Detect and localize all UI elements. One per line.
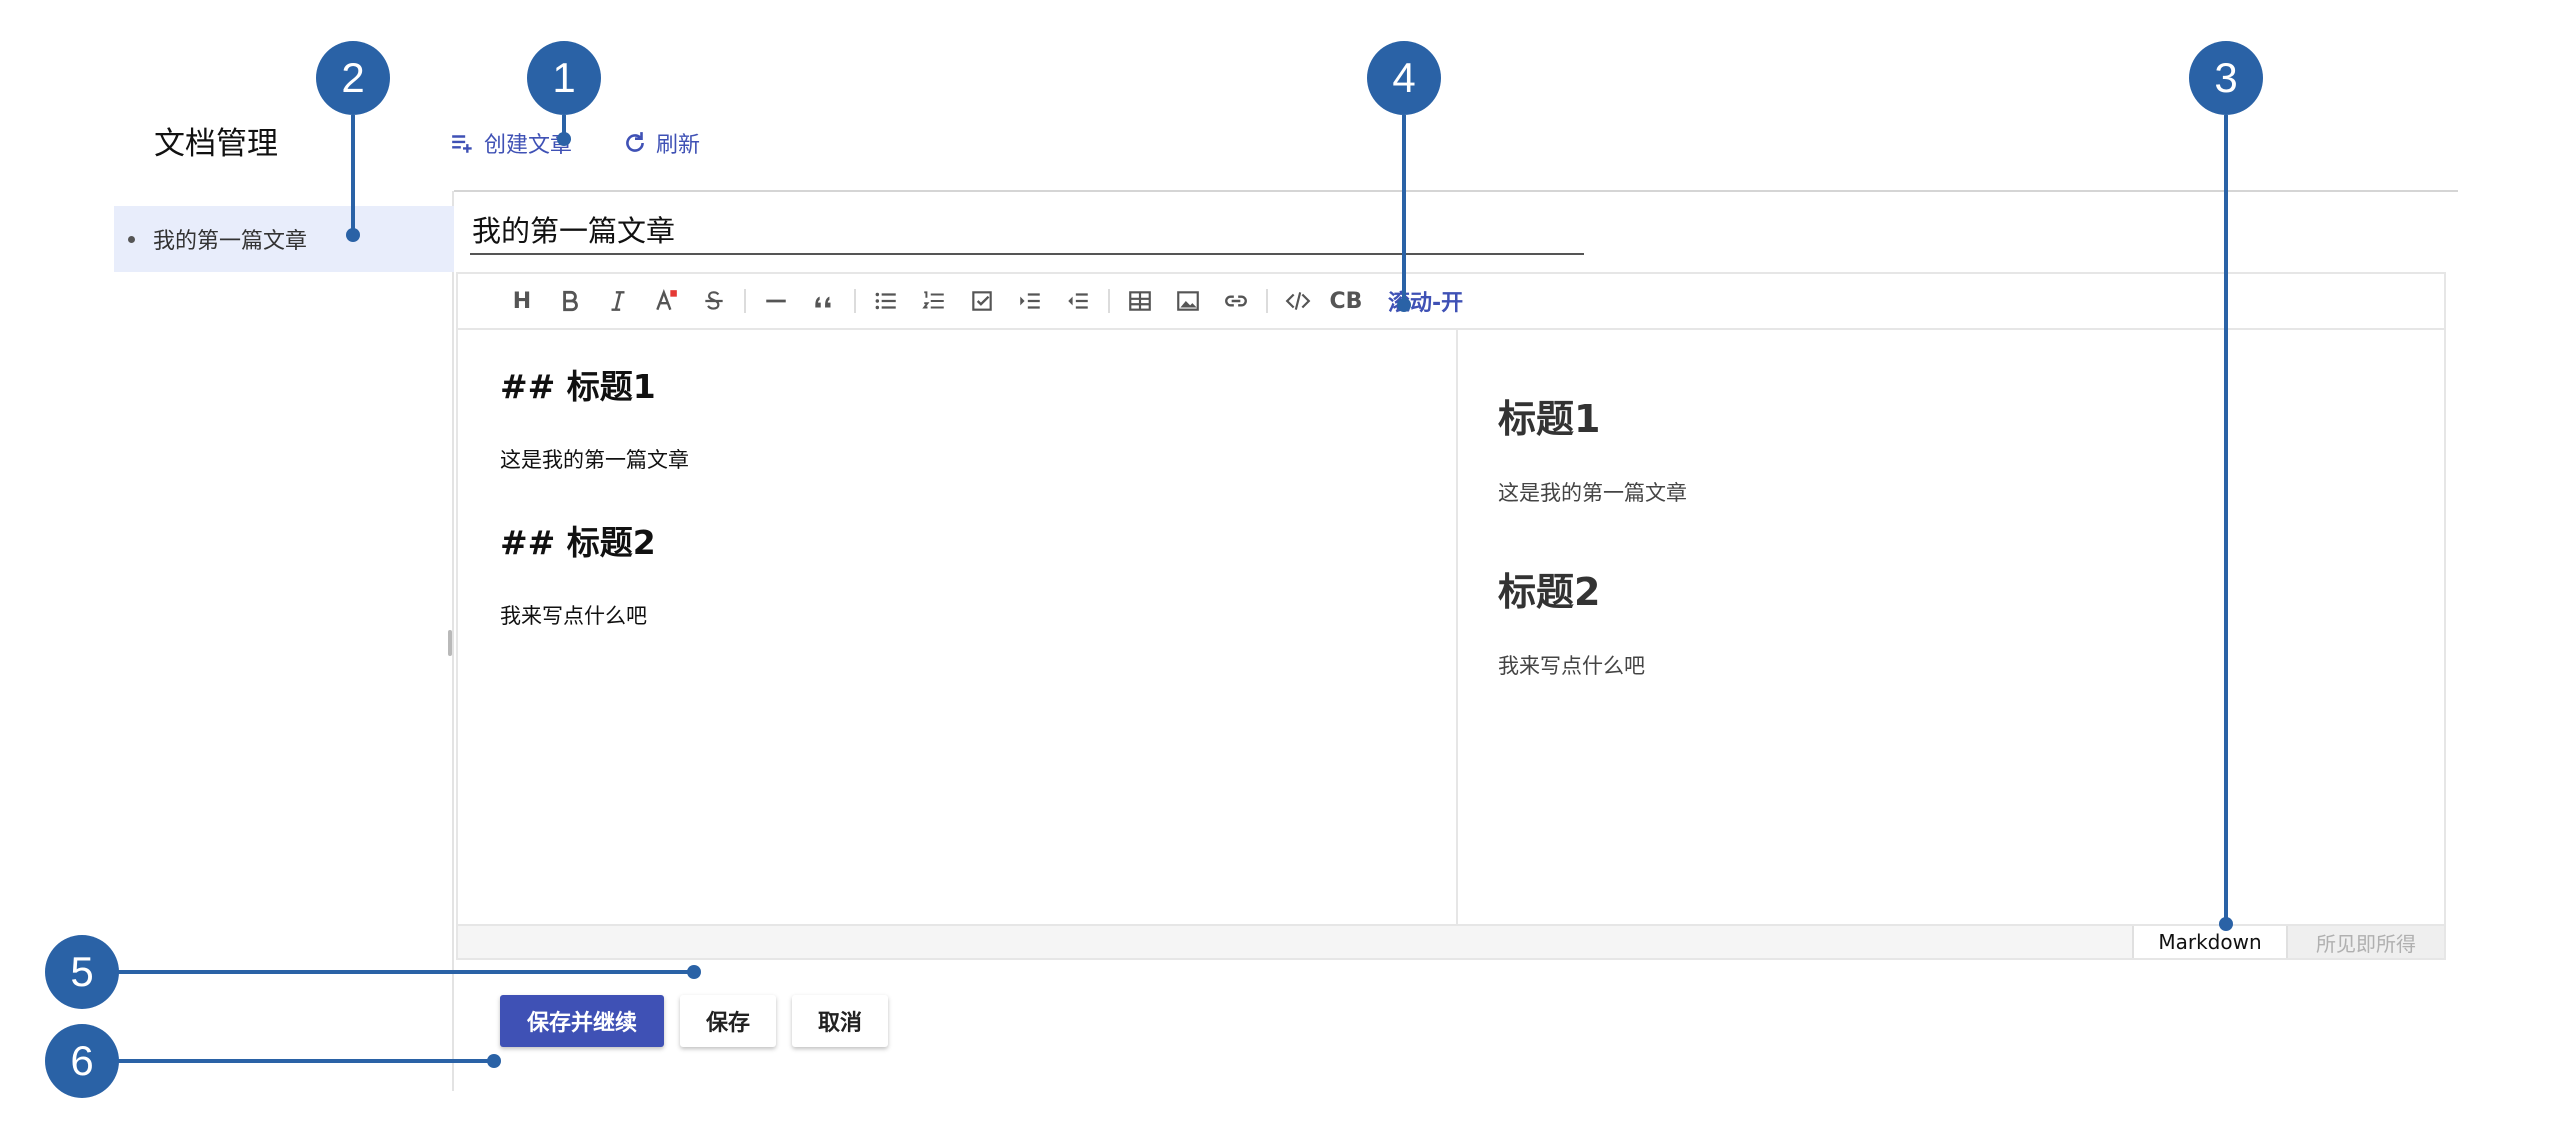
outdent-icon	[1068, 293, 1088, 309]
save-button[interactable]: 保存	[680, 995, 776, 1047]
inline-code-button[interactable]	[1274, 281, 1322, 321]
preview-paragraph-1: 这是我的第一篇文章	[1498, 481, 1687, 505]
callout-4-anchor	[1397, 298, 1411, 312]
code-block-label: CB	[1329, 288, 1363, 314]
font-color-button[interactable]	[642, 281, 690, 321]
callout-3-badge: 3	[2189, 41, 2263, 115]
panel-resize-handle[interactable]	[448, 630, 452, 656]
link-icon	[1225, 295, 1247, 307]
table-icon	[1129, 291, 1151, 311]
checkbox-icon	[972, 291, 992, 311]
code-icon	[1285, 292, 1311, 310]
callout-2-badge: 2	[316, 41, 390, 115]
task-list-button[interactable]	[958, 281, 1006, 321]
bold-icon	[563, 290, 578, 312]
code-block-button[interactable]: CB	[1322, 281, 1370, 321]
image-icon	[1177, 291, 1199, 311]
callout-6-badge: 6	[45, 1024, 119, 1098]
strikethrough-button[interactable]	[690, 281, 738, 321]
toolbar-separator	[1108, 289, 1110, 313]
callout-5-anchor	[687, 965, 701, 979]
image-button[interactable]	[1164, 281, 1212, 321]
callout-6-anchor	[487, 1054, 501, 1068]
callout-3-anchor	[2219, 917, 2233, 931]
font-color-icon	[656, 288, 677, 311]
callout-1-badge: 1	[527, 41, 601, 115]
toolbar-separator	[744, 289, 746, 313]
toolbar-separator	[1266, 289, 1268, 313]
preview-pane: 标题1 这是我的第一篇文章 标题2 我来写点什么吧	[1458, 330, 2444, 926]
article-title-input[interactable]	[470, 205, 1584, 255]
preview-heading-2: 标题2	[1498, 570, 1601, 614]
bullet-list-icon	[875, 292, 896, 310]
callout-3-leader	[2224, 115, 2228, 924]
table-button[interactable]	[1116, 281, 1164, 321]
indent-icon	[1020, 293, 1040, 309]
sidebar-item-label: 我的第一篇文章	[153, 229, 308, 254]
editor-statusbar: Markdown 所见即所得	[458, 924, 2444, 958]
source-heading-1: ## 标题1	[500, 367, 656, 406]
bold-button[interactable]	[546, 281, 594, 321]
quote-button[interactable]	[800, 281, 848, 321]
source-paragraph-2: 我来写点什么吧	[500, 604, 647, 628]
ordered-list-button[interactable]	[910, 281, 958, 321]
horizontal-rule-icon	[766, 299, 786, 303]
callout-6-leader	[115, 1059, 495, 1063]
playlist-add-icon	[452, 135, 472, 153]
heading-label: H	[512, 288, 532, 314]
wysiwyg-mode-tab[interactable]: 所见即所得	[2288, 926, 2444, 958]
markdown-source-pane[interactable]: ## 标题1 这是我的第一篇文章 ## 标题2 我来写点什么吧	[458, 330, 1456, 926]
callout-5-leader	[115, 970, 695, 974]
strikethrough-icon	[705, 291, 723, 310]
preview-paragraph-2: 我来写点什么吧	[1498, 654, 1645, 678]
callout-5-badge: 5	[45, 935, 119, 1009]
refresh-button[interactable]: 刷新	[622, 126, 700, 160]
indent-button[interactable]	[1006, 281, 1054, 321]
link-button[interactable]	[1212, 281, 1260, 321]
toolbar-separator	[854, 289, 856, 313]
ordered-list-icon	[922, 291, 944, 309]
header-divider	[454, 190, 2458, 192]
horizontal-rule-button[interactable]	[752, 281, 800, 321]
outdent-button[interactable]	[1054, 281, 1102, 321]
callout-2-anchor	[346, 228, 360, 242]
source-paragraph-1: 这是我的第一篇文章	[500, 448, 689, 472]
bullet-icon	[128, 235, 135, 243]
refresh-label: 刷新	[656, 133, 701, 158]
preview-heading-1: 标题1	[1498, 397, 1601, 441]
cancel-button[interactable]: 取消	[792, 995, 888, 1047]
markdown-editor: H CB 滚动-开 ## 标题1 这是我的第一篇文章 ## 标题2 我来写点什么…	[456, 272, 2446, 960]
page-title: 文档管理	[154, 126, 278, 162]
callout-4-badge: 4	[1367, 41, 1441, 115]
sidebar-border	[452, 191, 454, 1091]
editor-toolbar: H CB 滚动-开	[458, 274, 2444, 330]
save-and-continue-button[interactable]: 保存并继续	[500, 995, 664, 1047]
callout-4-leader	[1402, 115, 1406, 305]
refresh-icon	[626, 132, 644, 152]
quote-icon	[815, 296, 831, 308]
italic-icon	[611, 291, 625, 311]
markdown-mode-tab[interactable]: Markdown	[2132, 926, 2288, 958]
bullet-list-button[interactable]	[862, 281, 910, 321]
callout-2-leader	[351, 115, 355, 235]
italic-button[interactable]	[594, 281, 642, 321]
sidebar-item-article[interactable]: 我的第一篇文章	[114, 206, 454, 272]
source-heading-2: ## 标题2	[500, 523, 656, 562]
callout-1-anchor	[557, 132, 571, 146]
heading-button[interactable]: H	[498, 281, 546, 321]
create-article-button[interactable]: 创建文章	[450, 126, 572, 160]
